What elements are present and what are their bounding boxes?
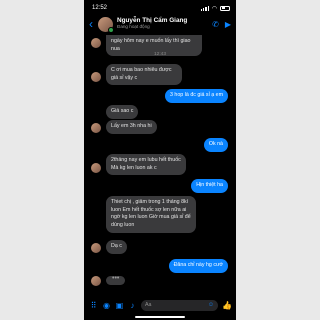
- phone-screen: 12:52 ◠ ‹ Nguyễn Thị Cẩm Giang Đang hoạt…: [84, 0, 236, 320]
- conversation-header: ‹ Nguyễn Thị Cẩm Giang Đang hoạt động ✆ …: [84, 13, 236, 35]
- contact-avatar-small: [91, 123, 101, 133]
- contact-avatar-small: [91, 276, 101, 286]
- chevron-left-icon[interactable]: ‹: [84, 17, 98, 31]
- timestamp: 12:43: [153, 52, 166, 57]
- wifi-icon: ◠: [211, 5, 217, 12]
- contact-info[interactable]: Nguyễn Thị Cẩm Giang Đang hoạt động: [117, 17, 212, 30]
- microphone-icon[interactable]: ♪: [128, 301, 137, 310]
- message-composer: ⠿ ◉ ▣ ♪ Aa ☺ 👍: [84, 297, 236, 313]
- thumbs-up-icon[interactable]: 👍: [222, 301, 232, 310]
- signal-icon: [200, 5, 209, 11]
- message-bubble-outgoing: Ok nà: [203, 138, 228, 152]
- message-bubble-outgoing: Đăna chỉ này hg cướ: [168, 259, 228, 273]
- status-icons: ◠: [200, 5, 230, 12]
- message-placeholder: Aa: [145, 302, 152, 308]
- contact-avatar-small: [91, 38, 101, 48]
- contact-avatar-small: [91, 243, 101, 253]
- battery-icon: [220, 5, 230, 11]
- message-bubble-outgoing: 3 hop là đc giá sỉ ạ em: [165, 89, 228, 103]
- message-input[interactable]: Aa ☺: [141, 299, 218, 311]
- message-bubble-incoming: C ơi mua bao nhiêu được giá sỉ vậy c: [106, 64, 182, 86]
- image-icon[interactable]: ▣: [115, 301, 124, 310]
- contact-avatar-small: [91, 72, 101, 82]
- contact-status: Đang hoạt động: [117, 24, 150, 30]
- typing-indicator: •••: [106, 275, 126, 285]
- menu-dots-icon[interactable]: ⠿: [89, 301, 98, 310]
- message-bubble-incoming: Dạ c: [106, 240, 127, 254]
- contact-avatar[interactable]: [98, 16, 114, 33]
- message-bubble-incoming: Thiet chị , giảm trong 1 tháng 8kí luon …: [106, 196, 196, 233]
- video-camera-icon[interactable]: ▶: [225, 20, 231, 29]
- home-indicator: [135, 316, 185, 318]
- phone-icon[interactable]: ✆: [212, 20, 219, 29]
- message-bubble-outgoing: Hịn thiệt ha: [191, 179, 228, 193]
- status-time: 12:52: [92, 5, 108, 11]
- status-bar: 12:52 ◠: [92, 3, 230, 13]
- message-bubble-incoming: Lấy em 3h nha hi: [106, 120, 157, 134]
- camera-icon[interactable]: ◉: [102, 301, 111, 310]
- smile-icon[interactable]: ☺: [208, 302, 214, 308]
- message-list[interactable]: ngày hôm nay e muốn lấy thì giao nua 12:…: [84, 35, 236, 294]
- message-bubble-incoming: Giá sao c: [106, 105, 139, 119]
- message-bubble-incoming: 2tháng nay em lubu hết thuốc Mà kg len l…: [106, 154, 186, 176]
- header-actions: ✆ ▶: [212, 20, 231, 29]
- contact-avatar-small: [91, 163, 101, 173]
